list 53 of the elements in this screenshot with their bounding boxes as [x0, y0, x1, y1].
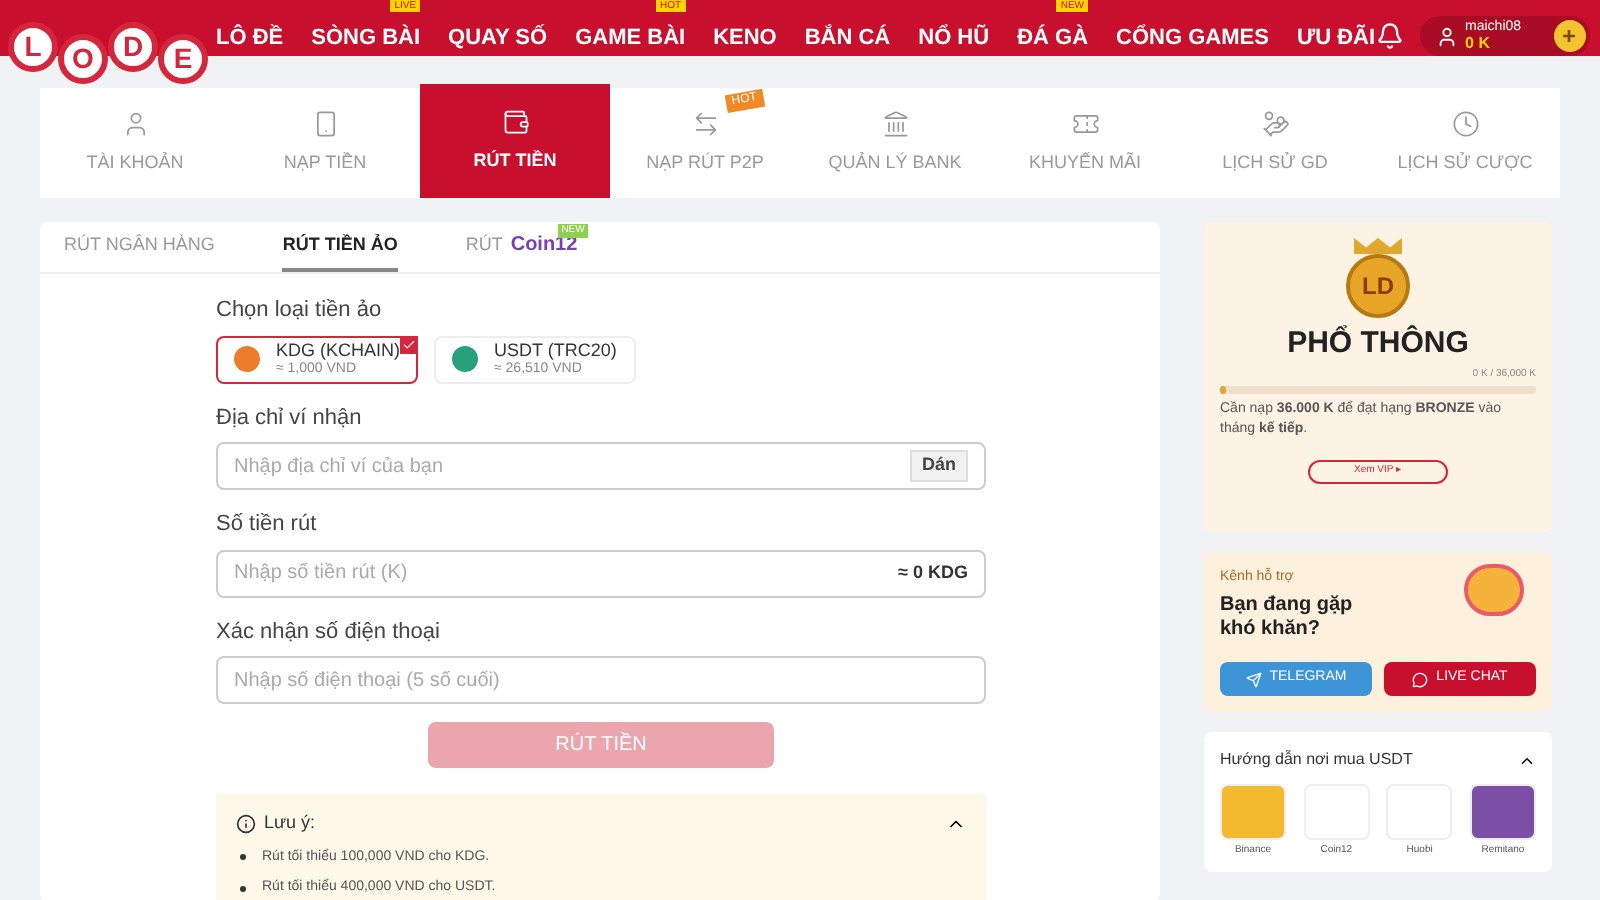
account-tab[interactable]: TÀI KHOẢN — [40, 88, 230, 198]
paste-button[interactable]: Dán — [909, 450, 968, 482]
nav-link[interactable]: LÔ ĐỀ — [216, 26, 284, 50]
tab-icon — [1071, 109, 1099, 138]
tab-icon — [1451, 109, 1479, 138]
field-label: Xác nhận số điện thoại — [216, 617, 442, 647]
support-title: Bạn đang gặp khó khăn? — [1220, 593, 1355, 641]
nav-link[interactable]: CỔNG GAMES — [1116, 26, 1269, 50]
bullet-icon — [240, 854, 246, 861]
field-label: Số tiền rút — [216, 510, 319, 540]
nav-link[interactable]: KENO — [713, 26, 777, 50]
tab-icon — [1261, 109, 1289, 138]
field-label: Địa chỉ ví nhận — [216, 403, 364, 433]
tab-icon — [121, 109, 149, 138]
input-field[interactable]: Nhập địa chỉ ví của bạn — [234, 451, 910, 481]
note-title: Lưu ý: — [264, 810, 316, 836]
nav-link[interactable]: SÒNG BÀI — [311, 26, 421, 50]
logo-chip: E — [158, 34, 208, 84]
logo-chip: O — [58, 34, 108, 84]
exchange-logo[interactable] — [1469, 784, 1536, 840]
nav-link[interactable]: ĐÁ GÀ — [1017, 26, 1089, 50]
nav-link[interactable]: QUAY SỐ — [448, 26, 548, 50]
tab-icon — [691, 109, 719, 138]
tab-icon — [881, 109, 909, 138]
bell-icon[interactable] — [1375, 22, 1404, 50]
tab-icon — [501, 107, 529, 136]
balance: 0 K — [1465, 36, 1492, 52]
tab-icon — [311, 109, 339, 138]
input-field[interactable]: Nhập số điện thoại (5 số cuối) — [234, 665, 968, 695]
withdraw-tab[interactable]: RÚT TIỀN ẢO — [282, 222, 398, 272]
check-icon — [400, 335, 418, 353]
guide-title: Hướng dẫn nơi mua USDT — [1220, 748, 1413, 772]
bullet-icon — [240, 885, 246, 892]
nav-link[interactable]: GAME BÀI — [575, 26, 686, 50]
chat-bubble-icon — [1412, 671, 1429, 687]
amount-estimate: ≈ 0 KDG — [898, 559, 968, 586]
user-icon — [1435, 25, 1458, 47]
info-icon — [236, 813, 256, 834]
text-field[interactable]: Nhập số điện thoại (5 số cuối) — [216, 656, 986, 704]
field-label: Chọn loại tiền ảo — [216, 296, 384, 326]
nav-link[interactable]: ƯU ĐÃI — [1296, 26, 1376, 50]
logo-chip: D — [108, 22, 158, 72]
input-field[interactable]: Nhập số tiền rút (K) — [234, 558, 899, 588]
text-field[interactable]: Nhập số tiền rút (K) ≈ 0 KDG — [216, 549, 986, 597]
logo-chip: L — [8, 22, 58, 72]
account-tab[interactable]: RÚT TIỀN — [420, 84, 610, 198]
add-funds-button[interactable]: + — [1553, 20, 1586, 52]
tier-title: PHỔ THÔNG — [1287, 323, 1469, 364]
paper-plane-icon — [1245, 671, 1262, 687]
nav-link[interactable]: BẮN CÁ — [804, 26, 891, 50]
text-field[interactable]: Nhập địa chỉ ví của bạn Dán — [216, 442, 986, 490]
logo[interactable]: L O D E — [8, 10, 208, 84]
nav-link[interactable]: NỔ HŨ — [918, 26, 990, 50]
